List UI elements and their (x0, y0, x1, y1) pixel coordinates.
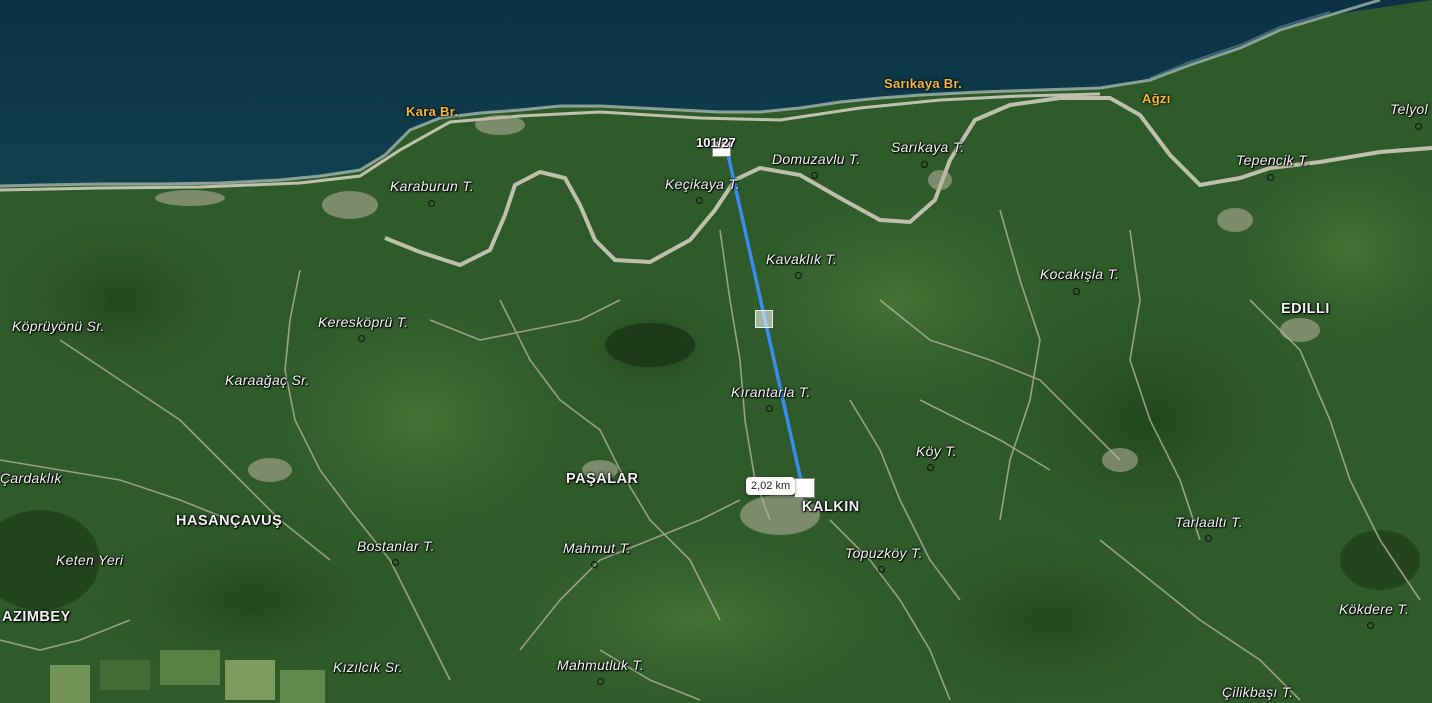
peak-marker-telyol (1415, 123, 1422, 130)
feature-label-tarlaalti: Tarlaaltı T. (1175, 514, 1243, 530)
peak-marker-tarlaalti (1205, 535, 1212, 542)
feature-label-domuzavlu: Domuzavlu T. (772, 151, 861, 167)
satellite-imagery[interactable] (0, 0, 1432, 703)
settlement-label-azimbey: AZIMBEY (2, 609, 71, 625)
feature-label-kopruyonu: Köprüyönü Sr. (12, 318, 105, 334)
map-view[interactable]: Kara Br. Sarıkaya Br. Ağzı PAŞALAR KALKI… (0, 0, 1432, 703)
measurement-distance-label: 2,02 km (746, 477, 796, 495)
feature-label-karaburun: Karaburun T. (390, 178, 475, 194)
measurement-end-handle[interactable] (794, 478, 815, 498)
feature-label-tepencik: Tepencik T. (1236, 152, 1310, 168)
peak-marker-mahmutluk (597, 678, 604, 685)
peak-marker-koy (927, 464, 934, 471)
feature-label-kirantarla: Kırantarla T. (731, 384, 811, 400)
measurement-start-label: 101/27 (696, 135, 736, 150)
peak-marker-kocakisla (1073, 288, 1080, 295)
feature-label-kocakisla: Kocakışla T. (1040, 266, 1120, 282)
coastal-label-kara: Kara Br. (406, 104, 459, 119)
settlement-label-hasancavus: HASANÇAVUŞ (176, 513, 283, 529)
feature-label-kokdere: Kökdere T. (1339, 601, 1410, 617)
peak-marker-sarikaya (921, 161, 928, 168)
coastal-label-agzi: Ağzı (1142, 91, 1171, 106)
peak-marker-kokdere (1367, 622, 1374, 629)
feature-label-kavaklik: Kavaklık T. (766, 251, 838, 267)
peak-marker-domuzavlu (811, 172, 818, 179)
feature-label-topuzkoy: Topuzköy T. (845, 545, 923, 561)
feature-label-sarikaya: Sarıkaya T. (891, 139, 965, 155)
feature-label-cilikbasi: Çilikbaşı T. (1222, 684, 1294, 700)
peak-marker-kecikaya (696, 197, 703, 204)
peak-marker-karaburun (428, 200, 435, 207)
feature-label-mahmutluk: Mahmutluk T. (557, 657, 645, 673)
feature-label-karaagac: Karaağaç Sr. (225, 372, 310, 388)
coastal-label-sarikaya: Sarıkaya Br. (884, 76, 963, 91)
peak-marker-kirantarla (766, 405, 773, 412)
peak-marker-kavaklik (795, 272, 802, 279)
peak-marker-mahmut (591, 561, 598, 568)
feature-label-keten-yeri: Keten Yeri (56, 552, 124, 568)
settlement-label-kalkin: KALKIN (802, 499, 860, 515)
feature-label-kecikaya: Keçikaya T. (665, 176, 741, 192)
settlement-label-edilli: EDILLI (1281, 301, 1330, 317)
feature-label-telyol: Telyol (1390, 101, 1428, 117)
feature-label-koy: Köy T. (916, 443, 957, 459)
peak-marker-bostanlar (392, 559, 399, 566)
peak-marker-tepencik (1267, 174, 1274, 181)
feature-label-kizilcik: Kızılcık Sr. (333, 659, 403, 675)
feature-label-cardaklik: Çardaklık (0, 470, 62, 486)
peak-marker-topuzkoy (878, 566, 885, 573)
measurement-midpoint-handle[interactable] (755, 310, 773, 328)
feature-label-kereskopru: Keresköprü T. (318, 314, 409, 330)
settlement-label-pasalar: PAŞALAR (566, 471, 639, 487)
feature-label-bostanlar: Bostanlar T. (357, 538, 435, 554)
feature-label-mahmut: Mahmut T. (563, 540, 632, 556)
peak-marker-kereskopru (358, 335, 365, 342)
